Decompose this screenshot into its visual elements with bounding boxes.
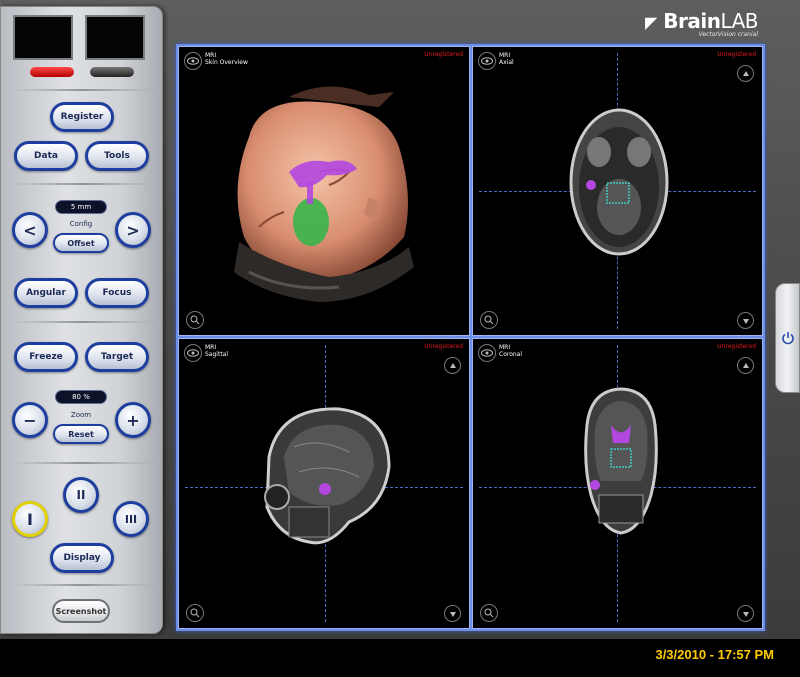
view-2-button[interactable]: II bbox=[63, 477, 99, 513]
reset-button[interactable]: Reset bbox=[53, 424, 109, 444]
viewport-skin-overview[interactable]: MRI Skin Overview Unregistered bbox=[178, 46, 470, 336]
panel-divider bbox=[11, 89, 154, 91]
viewport-modality: MRI bbox=[205, 344, 217, 351]
magnifier-icon[interactable] bbox=[480, 604, 498, 622]
viewport-name: Axial bbox=[499, 59, 514, 66]
viewport-modality: MRI bbox=[499, 52, 511, 59]
chevron-left-icon: < bbox=[23, 220, 37, 240]
viewport-modality: MRI bbox=[205, 52, 217, 59]
minus-icon: − bbox=[23, 410, 37, 430]
magnifier-icon[interactable] bbox=[186, 604, 204, 622]
plus-icon: + bbox=[126, 410, 140, 430]
eye-icon[interactable] bbox=[478, 52, 496, 70]
down-arrow-icon[interactable] bbox=[737, 605, 754, 622]
down-arrow-icon[interactable] bbox=[444, 605, 461, 622]
zoom-in-button[interactable]: + bbox=[115, 402, 151, 438]
tools-button[interactable]: Tools bbox=[85, 141, 149, 171]
coronal-mri-slice bbox=[584, 387, 658, 535]
brand-name: ◤ BrainLAB bbox=[645, 9, 758, 33]
viewport-axial[interactable]: MRI Axial Unregistered bbox=[472, 46, 763, 336]
monitor-right bbox=[85, 15, 145, 60]
target-button[interactable]: Target bbox=[85, 342, 149, 372]
view-3-button[interactable]: III bbox=[113, 501, 149, 537]
sagittal-mri-slice bbox=[264, 407, 391, 545]
viewport-header: MRI Coronal bbox=[499, 344, 522, 358]
viewport-coronal[interactable]: MRI Coronal Unregistered bbox=[472, 338, 763, 629]
viewport-modality: MRI bbox=[499, 344, 511, 351]
panel-divider bbox=[11, 584, 154, 586]
view-2-label: II bbox=[76, 488, 86, 502]
eye-icon[interactable] bbox=[184, 52, 202, 70]
viewport-name: Sagittal bbox=[205, 351, 229, 358]
eye-icon[interactable] bbox=[478, 344, 496, 362]
axial-mri-slice bbox=[569, 108, 669, 256]
skin-3d-rendering bbox=[234, 86, 414, 302]
viewport-status: Unregistered bbox=[717, 51, 756, 58]
up-arrow-icon[interactable] bbox=[737, 65, 754, 82]
viewport-header: MRI Axial bbox=[499, 52, 514, 66]
view-1-button[interactable]: I bbox=[12, 501, 48, 537]
down-arrow-icon[interactable] bbox=[737, 312, 754, 329]
viewport-name: Skin Overview bbox=[205, 59, 248, 66]
control-panel: Register Data Tools < > 5 mm Config Offs… bbox=[0, 6, 163, 634]
step-label: Config bbox=[69, 220, 93, 228]
viewport-header: MRI Skin Overview bbox=[205, 52, 248, 66]
focus-button[interactable]: Focus bbox=[85, 278, 149, 308]
step-next-button[interactable]: > bbox=[115, 212, 151, 248]
status-led-dark bbox=[90, 67, 134, 77]
data-button[interactable]: Data bbox=[14, 141, 78, 171]
step-prev-button[interactable]: < bbox=[12, 212, 48, 248]
brand-prefix: Brain bbox=[663, 9, 721, 33]
register-button[interactable]: Register bbox=[50, 102, 114, 132]
up-arrow-icon[interactable] bbox=[444, 357, 461, 374]
viewport-status: Unregistered bbox=[717, 343, 756, 350]
power-tab[interactable] bbox=[775, 283, 800, 393]
zoom-value: 80 % bbox=[55, 390, 107, 404]
monitor-left bbox=[13, 15, 73, 60]
screenshot-button[interactable]: Screenshot bbox=[52, 599, 110, 623]
viewport-status: Unregistered bbox=[424, 343, 463, 350]
panel-divider bbox=[11, 183, 154, 185]
panel-divider bbox=[11, 462, 154, 464]
zoom-label: Zoom bbox=[70, 411, 92, 419]
viewport-header: MRI Sagittal bbox=[205, 344, 228, 358]
brainlab-logo: ◤ BrainLAB VectorVision cranial bbox=[645, 9, 758, 38]
offset-button[interactable]: Offset bbox=[53, 233, 109, 253]
step-value: 5 mm bbox=[55, 200, 107, 214]
brainlab-logo-icon: ◤ bbox=[645, 13, 657, 32]
brand-suffix: LAB bbox=[720, 9, 758, 33]
freeze-button[interactable]: Freeze bbox=[14, 342, 78, 372]
view-1-label: I bbox=[27, 509, 33, 529]
up-arrow-icon[interactable] bbox=[737, 357, 754, 374]
zoom-out-button[interactable]: − bbox=[12, 402, 48, 438]
eye-icon[interactable] bbox=[184, 344, 202, 362]
viewport-name: Coronal bbox=[499, 351, 523, 358]
panel-divider bbox=[11, 321, 154, 323]
chevron-right-icon: > bbox=[126, 220, 140, 240]
power-icon bbox=[781, 332, 794, 345]
view-3-label: III bbox=[124, 512, 138, 526]
status-led-red bbox=[30, 67, 74, 77]
magnifier-icon[interactable] bbox=[480, 311, 498, 329]
viewer-grid: MRI Skin Overview Unregistered MRI Axial… bbox=[176, 44, 765, 631]
viewport-sagittal[interactable]: MRI Sagittal Unregistered bbox=[178, 338, 470, 629]
display-button[interactable]: Display bbox=[50, 543, 114, 573]
date-time: 3/3/2010 - 17:57 PM bbox=[655, 647, 774, 662]
magnifier-icon[interactable] bbox=[186, 311, 204, 329]
angular-button[interactable]: Angular bbox=[14, 278, 78, 308]
viewport-status: Unregistered bbox=[424, 51, 463, 58]
